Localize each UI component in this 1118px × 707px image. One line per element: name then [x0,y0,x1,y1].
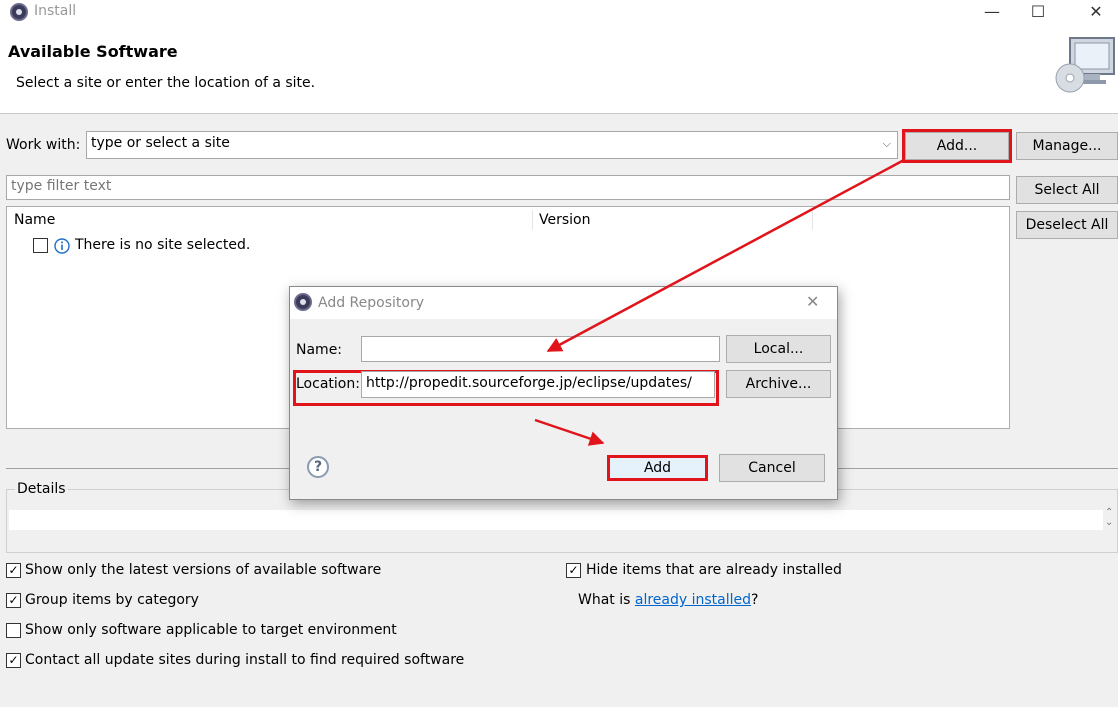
dialog-title: Add Repository [318,295,424,311]
manage-sites-button[interactable]: Manage... [1016,132,1118,160]
show-latest-checkbox[interactable]: ✓ [6,563,21,578]
dialog-add-button[interactable]: Add [607,455,708,481]
help-icon[interactable]: ? [307,456,329,478]
group-by-category-label: Group items by category [25,592,199,608]
work-with-label: Work with: [6,137,81,153]
show-applicable-checkbox[interactable] [6,623,21,638]
group-by-category-checkbox[interactable]: ✓ [6,593,21,608]
details-label: Details [15,481,68,497]
install-monitor-icon [1055,37,1115,93]
filter-input[interactable]: type filter text [6,175,1010,200]
deselect-all-button[interactable]: Deselect All [1016,211,1118,239]
hide-installed-label: Hide items that are already installed [586,562,842,578]
dialog-cancel-button[interactable]: Cancel [719,454,825,482]
eclipse-app-icon [10,3,28,21]
table-row: There is no site selected. [33,237,533,257]
repository-name-input[interactable] [361,336,720,362]
row-checkbox[interactable] [33,238,48,253]
column-name-header[interactable]: Name [14,212,55,228]
location-label: Location: [296,376,360,392]
table-header: Name Version [7,207,1009,233]
dialog-titlebar: Add Repository ✕ [290,287,837,319]
page-title: Available Software [8,42,178,61]
show-applicable-label: Show only software applicable to target … [25,622,397,638]
archive-button[interactable]: Archive... [726,370,831,398]
work-with-value: type or select a site [91,135,230,151]
maximize-button[interactable]: ☐ [1016,0,1060,24]
dialog-close-icon[interactable]: ✕ [806,292,819,311]
name-label: Name: [296,342,343,358]
what-is-prefix: What is [578,592,635,608]
details-text [9,510,1103,530]
column-version-header[interactable]: Version [539,212,590,228]
contact-all-label: Contact all update sites during install … [25,652,465,668]
column-divider [812,210,813,230]
minimize-button[interactable]: — [970,0,1014,24]
what-is-installed-line: What is already installed? [578,592,758,608]
local-button[interactable]: Local... [726,335,831,363]
window-title: Install [34,3,77,19]
column-divider [532,210,533,230]
chevron-down-icon[interactable]: ⌵ [883,137,891,151]
add-repository-dialog: Add Repository ✕ Name: Local... Location… [289,286,838,500]
no-site-message: There is no site selected. [75,237,251,253]
repository-location-input[interactable]: http://propedit.sourceforge.jp/eclipse/u… [361,371,715,398]
select-all-button[interactable]: Select All [1016,176,1118,204]
add-site-button[interactable]: Add... [902,129,1012,163]
details-scroll-arrows-icon[interactable]: ⌃ ⌄ [1105,508,1113,528]
close-button[interactable]: ✕ [1074,0,1118,24]
info-icon [54,238,70,254]
already-installed-link[interactable]: already installed [635,592,751,608]
window-titlebar: Install — ☐ ✕ [0,0,1118,24]
hide-installed-checkbox[interactable]: ✓ [566,563,581,578]
work-with-combo[interactable]: type or select a site ⌵ [86,131,898,159]
wizard-header: Available Software Select a site or ente… [0,24,1118,114]
contact-all-checkbox[interactable]: ✓ [6,653,21,668]
show-latest-label: Show only the latest versions of availab… [25,562,382,578]
page-subtitle: Select a site or enter the location of a… [16,75,316,91]
what-is-suffix: ? [751,592,759,608]
eclipse-app-icon [294,293,312,311]
